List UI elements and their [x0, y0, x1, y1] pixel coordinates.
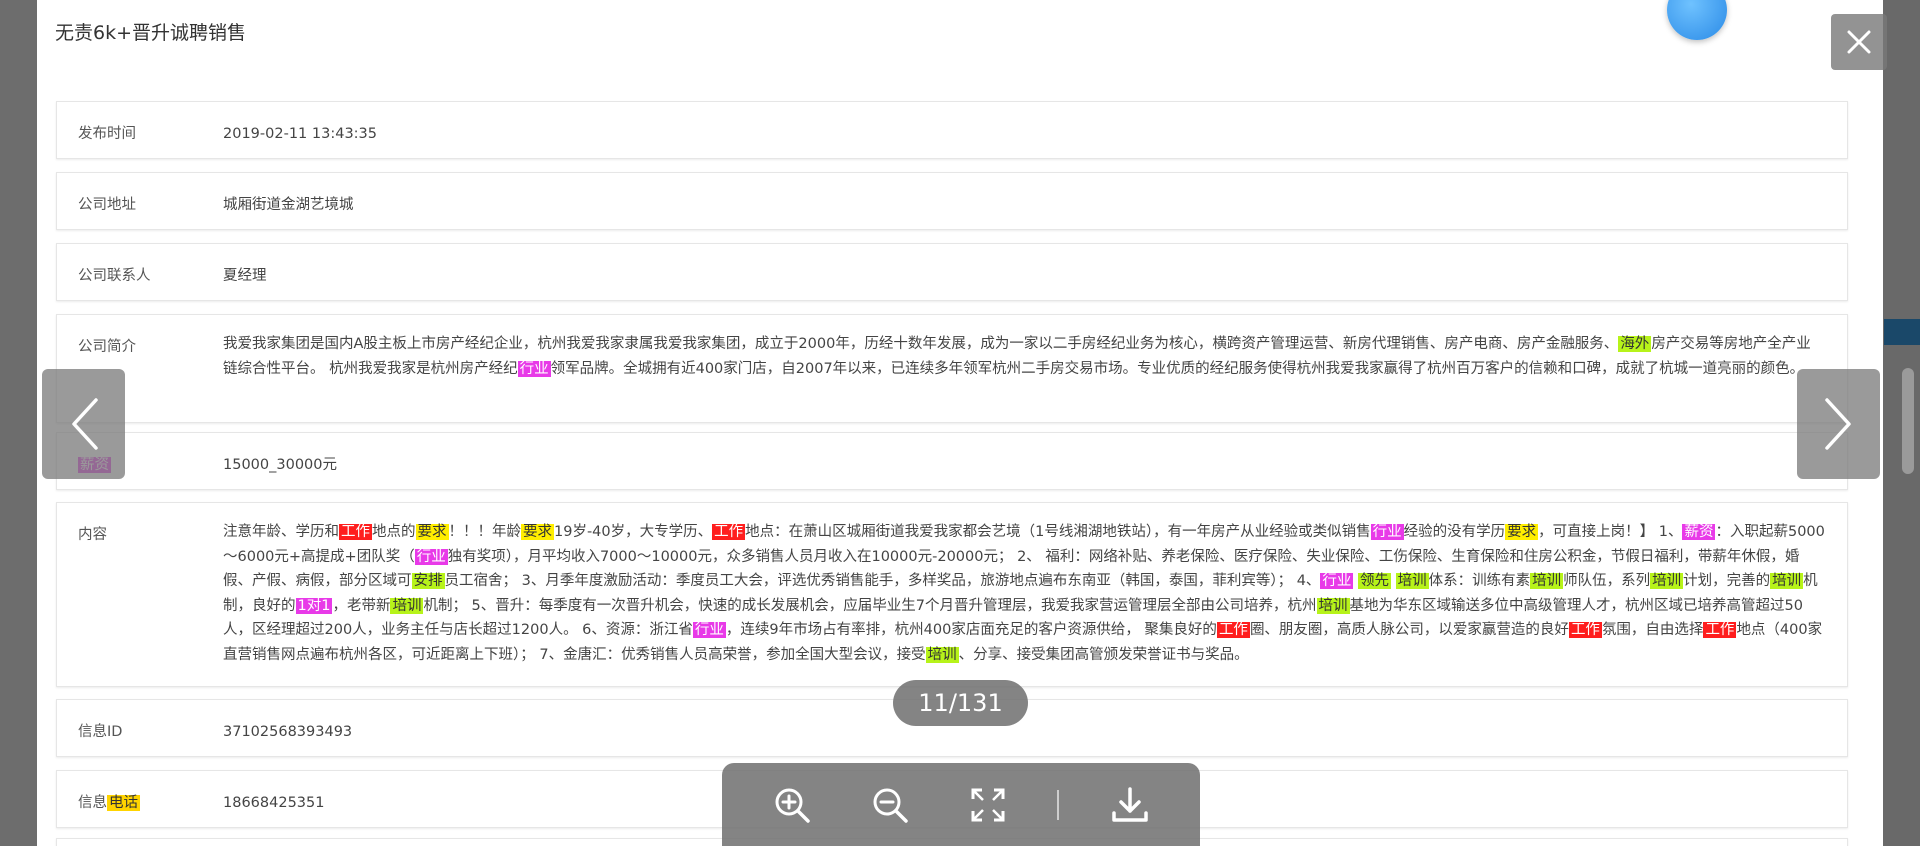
close-icon	[1847, 30, 1871, 54]
company-contact-label: 公司联系人	[78, 268, 151, 284]
intro-keyword-highlight: 海外	[1618, 336, 1652, 352]
content-keyword-highlight: 培训	[1650, 573, 1684, 589]
zoom-out-icon	[873, 788, 908, 823]
previous-image-button[interactable]	[42, 369, 125, 479]
content-text: 注意年龄、学历和 工作 地点的 要求 ！！！年龄 要求 19岁-40岁，大专学历、 工作 地点：…	[223, 520, 1825, 667]
content-keyword-highlight: 培训	[925, 646, 959, 663]
chevron-left-icon	[71, 398, 98, 450]
content-text-segment: 、分享、接受集团高管颁发荣誉证书与奖品。	[958, 646, 1249, 663]
content-keyword-highlight: 要求	[1505, 524, 1539, 540]
publish-time-label: 发布时间	[78, 126, 136, 142]
company-address-value: 城厢街道金湖艺境城	[223, 197, 354, 213]
content-text-segment: 地点：在萧山区城厢街道我爱我家都会艺境（1号线湘湖地铁站），有一年房产从业经验或…	[745, 524, 1371, 540]
phone-label: 信息 电话	[78, 791, 140, 812]
content-keyword-highlight: 薪资	[1682, 524, 1716, 540]
content-text-segment: 19岁-40岁，大专学历、	[554, 524, 713, 540]
publish-time-value: 2019-02-11 13:43:35	[223, 126, 377, 142]
download-icon	[1112, 787, 1148, 822]
content-text-segment: 员工宿舍； 3、月季年度激励活动：季度员工大会，评选优秀销售能手，多样奖品，旅游…	[444, 573, 1321, 589]
intro-text-segment: 我爱我家集团是国内A股主板上市房产经纪企业，杭州我爱我家隶属我爱我家集团，成立于…	[223, 336, 1619, 352]
viewer-toolbar	[722, 763, 1200, 846]
content-text-segment: 氛围，自由选择	[1601, 622, 1704, 638]
content-keyword-highlight: 工作	[339, 524, 372, 540]
chevron-right-icon	[1824, 398, 1851, 450]
content-text-segment: ，连续9年市场占有率排，杭州400家店面充足的客户资源供给， 聚集良好的	[725, 622, 1217, 638]
zoom-in-icon	[775, 788, 810, 823]
salary-value: 15000_30000元	[223, 457, 338, 473]
company-address-label: 公司地址	[78, 197, 136, 213]
content-text-segment: 计划，完善的	[1683, 573, 1771, 589]
content-keyword-highlight: 工作	[712, 524, 746, 540]
content-text-segment	[1391, 573, 1396, 589]
content-keyword-highlight: 行业	[1370, 524, 1404, 540]
content-keyword-highlight: 领先	[1358, 573, 1392, 589]
row-publish-time: 发布时间 2019-02-11 13:43:35	[56, 101, 1848, 159]
company-intro-text: 我爱我家集团是国内A股主板上市房产经纪企业，杭州我爱我家隶属我爱我家集团，成立于…	[223, 332, 1825, 381]
info-id-value: 37102568393493	[223, 724, 353, 740]
content-keyword-highlight: 培训	[1316, 597, 1350, 614]
fullscreen-icon	[971, 788, 1005, 822]
content-keyword-highlight: 1对1	[295, 597, 333, 614]
zoom-out-button[interactable]	[868, 783, 912, 827]
scrollbar-thumb[interactable]	[1902, 368, 1914, 474]
content-text-segment: ！！！年龄	[448, 524, 522, 540]
content-keyword-highlight: 工作	[1568, 622, 1602, 638]
image-counter: 11/131	[893, 680, 1028, 726]
phone-label-prefix: 信息	[78, 795, 107, 811]
content-text-segment: 体系：训练有素	[1428, 573, 1531, 589]
content-label: 内容	[78, 527, 107, 543]
content-text-segment: 师队伍，系列	[1563, 573, 1651, 589]
phone-label-highlight: 电话	[107, 795, 140, 811]
content-text-segment: 经验的没有学历	[1403, 524, 1506, 540]
next-image-button[interactable]	[1797, 369, 1880, 479]
row-salary: 薪资 15000_30000元	[56, 432, 1848, 490]
content-keyword-highlight: 培训	[390, 597, 424, 614]
toolbar-separator	[1057, 790, 1059, 820]
content-keyword-highlight: 要求	[415, 524, 449, 540]
content-text-segment: 机制； 5、晋升：每季度有一次晋升机会，快速的成长发展机会，应届毕业生7个月晋升…	[423, 597, 1317, 614]
content-keyword-highlight: 安排	[411, 573, 445, 589]
content-keyword-highlight: 培训	[1770, 573, 1804, 589]
row-content: 内容 注意年龄、学历和 工作 地点的 要求 ！！！年龄 要求 19岁-40岁，大专学历、 工作…	[56, 502, 1848, 687]
intro-text-segment: 领军品牌。全城拥有近400家门店，自2007年以来，已连续多年领军杭州二手房交易…	[550, 360, 1805, 377]
intro-keyword-highlight: 行业	[517, 360, 551, 377]
zoom-in-button[interactable]	[770, 783, 814, 827]
content-text-segment: 地点的	[372, 524, 416, 540]
content-keyword-highlight: 工作	[1703, 622, 1737, 638]
company-contact-value: 夏经理	[223, 268, 267, 284]
close-button[interactable]	[1831, 14, 1887, 70]
fullscreen-button[interactable]	[966, 783, 1010, 827]
modal-title: 无责6k+晋升诚聘销售	[55, 22, 247, 44]
row-company-intro: 公司简介 我爱我家集团是国内A股主板上市房产经纪企业，杭州我爱我家隶属我爱我家集…	[56, 314, 1848, 423]
row-company-contact: 公司联系人 夏经理	[56, 243, 1848, 301]
content-keyword-highlight: 行业	[692, 622, 726, 638]
content-keyword-highlight: 要求	[521, 524, 554, 540]
download-button[interactable]	[1108, 783, 1152, 827]
content-text-segment: ，可直接上岗！】 1、	[1538, 524, 1683, 540]
content-keyword-highlight: 培训	[1530, 573, 1564, 589]
content-keyword-highlight: 培训	[1395, 573, 1429, 589]
content-keyword-highlight: 行业	[414, 548, 448, 565]
content-text-segment: 注意年龄、学历和	[223, 524, 339, 540]
info-id-label: 信息ID	[78, 724, 123, 740]
content-text-segment: ，老带新	[332, 597, 391, 614]
row-company-address: 公司地址 城厢街道金湖艺境城	[56, 172, 1848, 230]
content-keyword-highlight: 行业	[1320, 573, 1354, 589]
content-text-segment: 圈、朋友圈，高质人脉公司，以爱家赢营造的良好	[1249, 622, 1569, 638]
content-keyword-highlight: 工作	[1216, 622, 1250, 638]
company-intro-label: 公司简介	[78, 339, 136, 355]
